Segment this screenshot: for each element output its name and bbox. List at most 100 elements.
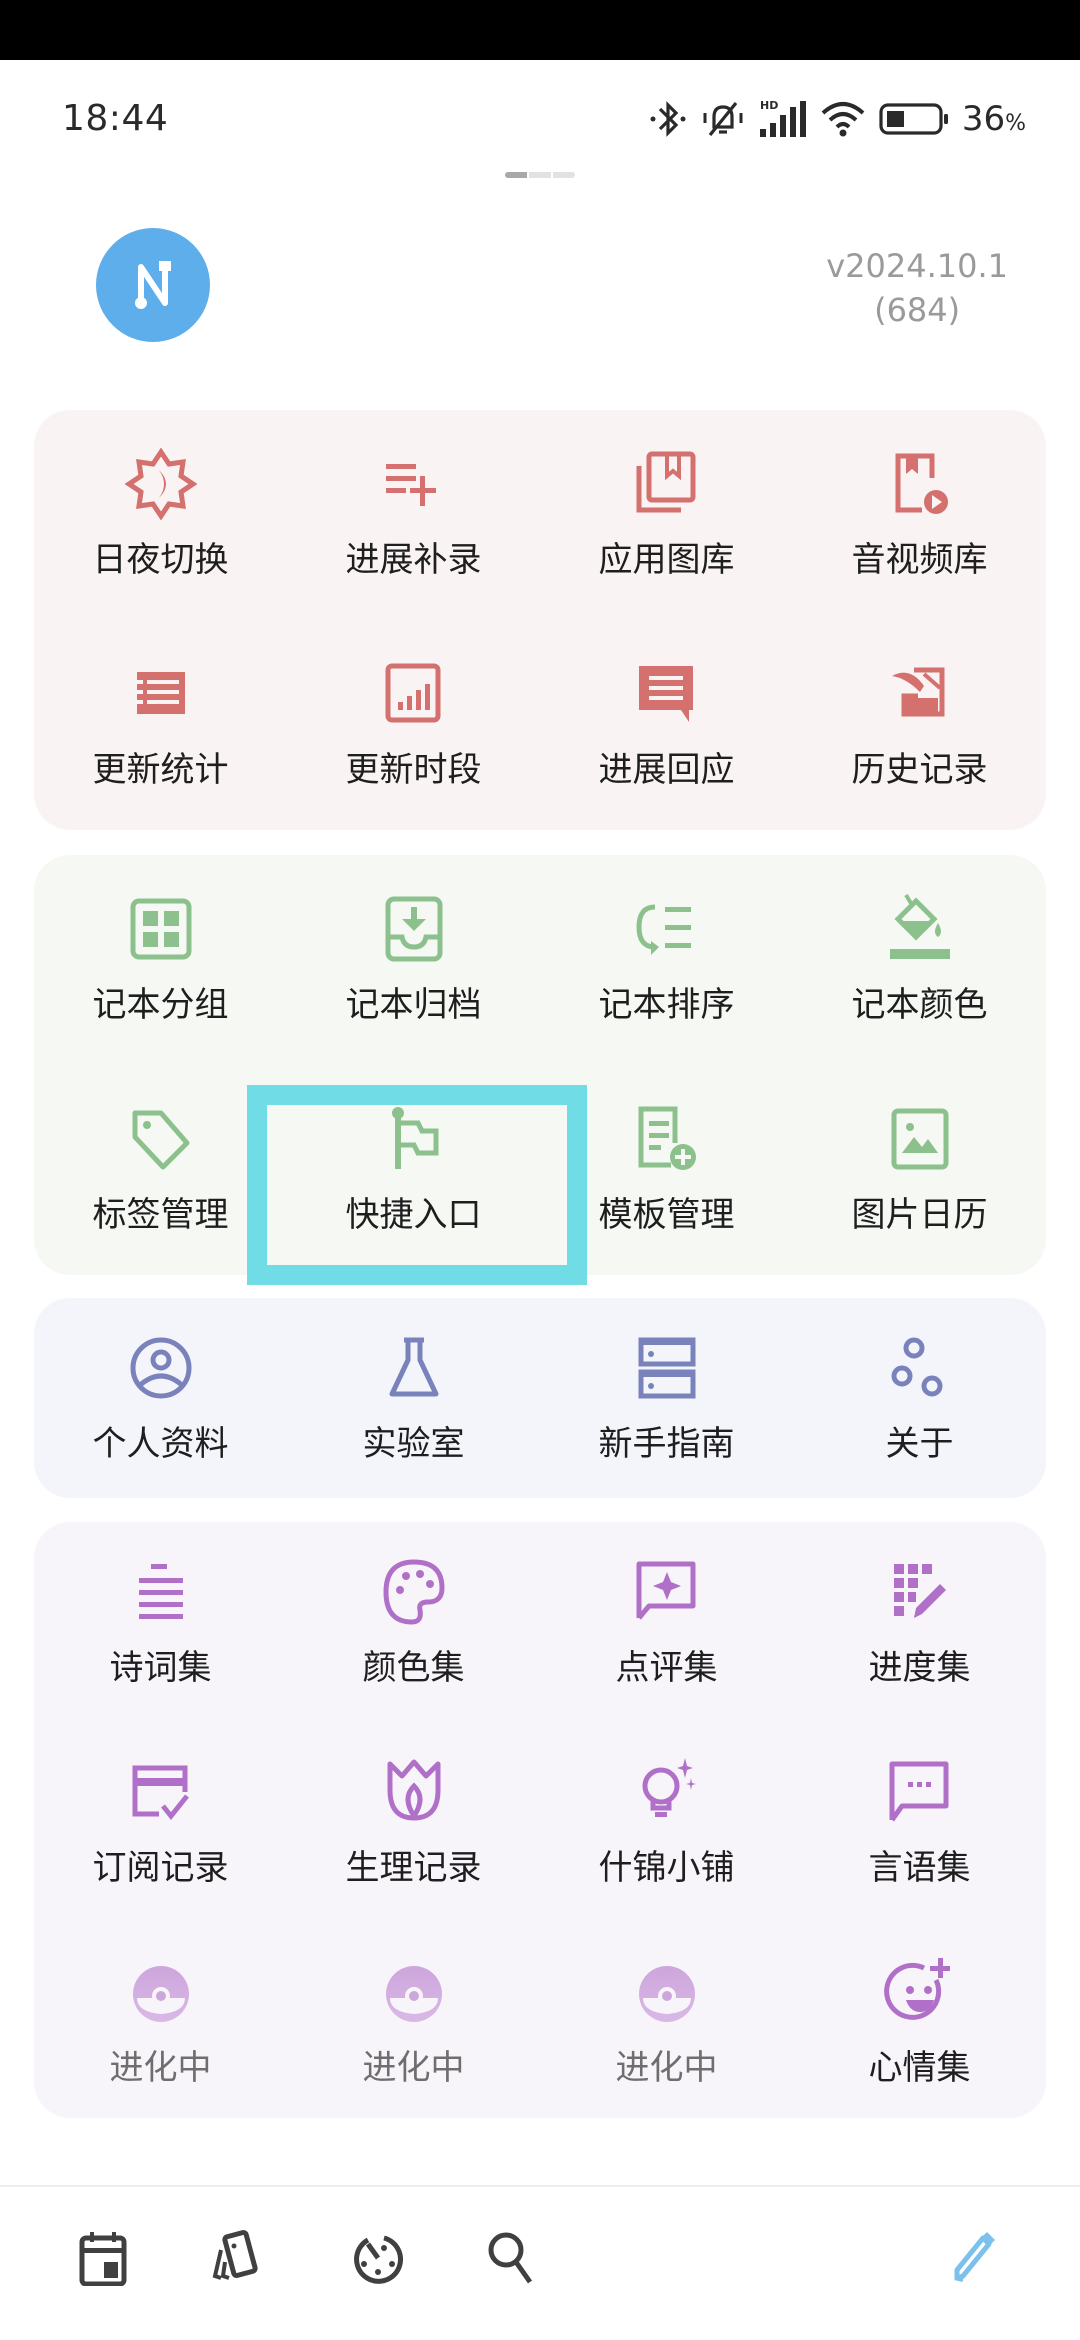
menu-item-label: 进度集 bbox=[868, 1648, 971, 1688]
nav-search-button[interactable] bbox=[477, 2223, 547, 2293]
image-icon bbox=[884, 1103, 956, 1175]
day-night-icon bbox=[124, 448, 197, 520]
menu-item-archive[interactable]: 记本归档 bbox=[287, 855, 540, 1065]
nav-calendar-button[interactable] bbox=[68, 2223, 138, 2293]
app-logo-icon bbox=[135, 261, 171, 309]
menu-item-label: 标签管理 bbox=[92, 1195, 229, 1235]
poem-lines-icon bbox=[125, 1556, 197, 1628]
pokeball-icon bbox=[125, 1956, 197, 2028]
comment-icon bbox=[631, 658, 703, 730]
menu-item-flask[interactable]: 实验室 bbox=[287, 1298, 540, 1498]
menu-item-label: 记本归档 bbox=[345, 985, 482, 1025]
build-number: (684) bbox=[874, 291, 961, 329]
menu-item-library-books[interactable]: 应用图库 bbox=[540, 410, 793, 620]
menu-item-label: 实验室 bbox=[362, 1424, 465, 1464]
battery-icon bbox=[879, 103, 948, 135]
palette-icon bbox=[378, 1556, 450, 1628]
status-time: 18:44 bbox=[62, 98, 169, 139]
calendar-icon bbox=[79, 2232, 127, 2286]
menu-item-label: 进化中 bbox=[615, 2048, 718, 2088]
wifi-icon bbox=[821, 102, 865, 137]
menu-item-label: 更新统计 bbox=[92, 750, 229, 790]
menu-item-progress-edit[interactable]: 进度集 bbox=[793, 1522, 1046, 1722]
menu-item-playlist-add[interactable]: 进展补录 bbox=[287, 410, 540, 620]
menu-item-flag[interactable]: 快捷入口 bbox=[287, 1065, 540, 1275]
menu-item-history-quill[interactable]: 历史记录 bbox=[793, 620, 1046, 830]
section-card-red: 日夜切换 进展补录 应用图库 音视频库更新统计 更新时段 进展回应 历史记录 bbox=[34, 410, 1046, 830]
battery-percent: 36% bbox=[961, 99, 1026, 139]
menu-item-label: 新手指南 bbox=[598, 1424, 735, 1464]
archive-icon bbox=[378, 893, 450, 965]
menu-item-sort[interactable]: 记本排序 bbox=[540, 855, 793, 1065]
menu-item-template-add[interactable]: 模板管理 bbox=[540, 1065, 793, 1275]
menu-item-mood-add[interactable]: 心情集 bbox=[793, 1922, 1046, 2122]
avatar[interactable] bbox=[96, 228, 210, 342]
menu-item-media-library[interactable]: 音视频库 bbox=[793, 410, 1046, 620]
menu-item-pokeball[interactable]: 进化中 bbox=[34, 1922, 287, 2122]
menu-item-pokeball[interactable]: 进化中 bbox=[540, 1922, 793, 2122]
menu-item-label: 记本分组 bbox=[92, 985, 229, 1025]
menu-item-paint-bucket[interactable]: 记本颜色 bbox=[793, 855, 1046, 1065]
menu-item-subscription-card[interactable]: 订阅记录 bbox=[34, 1722, 287, 1922]
menu-item-label: 言语集 bbox=[868, 1848, 971, 1888]
library-books-icon bbox=[631, 448, 703, 520]
menu-item-label: 订阅记录 bbox=[92, 1848, 229, 1888]
menu-item-label: 进化中 bbox=[362, 2048, 465, 2088]
page-dot-active bbox=[505, 172, 527, 178]
menu-item-image[interactable]: 图片日历 bbox=[793, 1065, 1046, 1275]
menu-item-account-circle[interactable]: 个人资料 bbox=[34, 1298, 287, 1498]
menu-item-tulip[interactable]: 生理记录 bbox=[287, 1722, 540, 1922]
menu-item-tag[interactable]: 标签管理 bbox=[34, 1065, 287, 1275]
menu-item-label: 记本颜色 bbox=[851, 985, 988, 1025]
menu-item-label: 诗词集 bbox=[109, 1648, 212, 1688]
sort-icon bbox=[631, 893, 703, 965]
menu-item-label: 日夜切换 bbox=[92, 540, 229, 580]
about-bubbles-icon bbox=[884, 1332, 956, 1404]
menu-item-label: 心情集 bbox=[868, 2048, 971, 2088]
menu-item-label: 进展回应 bbox=[598, 750, 735, 790]
pokeball-icon bbox=[631, 1956, 703, 2028]
menu-item-day-night[interactable]: 日夜切换 bbox=[34, 410, 287, 620]
list-table-icon bbox=[125, 658, 197, 730]
menu-item-palette[interactable]: 颜色集 bbox=[287, 1522, 540, 1722]
mood-add-icon bbox=[883, 1956, 956, 2028]
svg-text:HD: HD bbox=[760, 99, 778, 112]
menu-item-label: 应用图库 bbox=[598, 540, 735, 580]
page-dot bbox=[553, 172, 575, 178]
bluetooth-icon bbox=[650, 101, 686, 137]
menu-item-comment[interactable]: 进展回应 bbox=[540, 620, 793, 830]
nav-cards-button[interactable] bbox=[200, 2223, 270, 2293]
menu-item-label: 历史记录 bbox=[851, 750, 988, 790]
top-black-bar bbox=[0, 0, 1080, 60]
nav-edit-button[interactable] bbox=[938, 2223, 1008, 2293]
history-quill-icon bbox=[884, 658, 956, 730]
account-circle-icon bbox=[125, 1332, 197, 1404]
template-add-icon bbox=[631, 1103, 703, 1175]
lightbulb-sparkle-icon bbox=[631, 1756, 703, 1828]
menu-item-review-sparkle[interactable]: 点评集 bbox=[540, 1522, 793, 1722]
menu-item-label: 模板管理 bbox=[598, 1195, 735, 1235]
menu-item-guide-storage[interactable]: 新手指南 bbox=[540, 1298, 793, 1498]
menu-item-bar-chart[interactable]: 更新时段 bbox=[287, 620, 540, 830]
page-indicator bbox=[505, 172, 575, 178]
menu-item-lightbulb-sparkle[interactable]: 什锦小铺 bbox=[540, 1722, 793, 1922]
flask-icon bbox=[378, 1332, 450, 1404]
hd-signal-icon: HD bbox=[759, 99, 806, 137]
menu-item-label: 音视频库 bbox=[851, 540, 988, 580]
flag-icon bbox=[378, 1103, 450, 1175]
menu-item-pokeball[interactable]: 进化中 bbox=[287, 1922, 540, 2122]
tag-icon bbox=[125, 1103, 197, 1175]
menu-item-poem-lines[interactable]: 诗词集 bbox=[34, 1522, 287, 1722]
section-card-purple: 诗词集 颜色集 点评集 进度集 订阅记录 生理记录 什锦小铺 言语集 进化中 进化中 进化中 心情集 bbox=[34, 1522, 1046, 2118]
nav-timer-button[interactable] bbox=[343, 2223, 413, 2293]
section-card-blue: 个人资料 实验室 新手指南 关于 bbox=[34, 1298, 1046, 1498]
section-card-green: 记本分组 记本归档 记本排序 记本颜色标签管理 快捷入口 模板管理 图片日历 bbox=[34, 855, 1046, 1275]
bar-chart-icon bbox=[378, 658, 450, 730]
review-sparkle-icon bbox=[631, 1556, 703, 1628]
menu-item-chat-dots[interactable]: 言语集 bbox=[793, 1722, 1046, 1922]
menu-item-list-table[interactable]: 更新统计 bbox=[34, 620, 287, 830]
chat-dots-icon bbox=[884, 1756, 956, 1828]
menu-item-about-bubbles[interactable]: 关于 bbox=[793, 1298, 1046, 1498]
menu-item-grid-group[interactable]: 记本分组 bbox=[34, 855, 287, 1065]
media-library-icon bbox=[884, 448, 956, 520]
